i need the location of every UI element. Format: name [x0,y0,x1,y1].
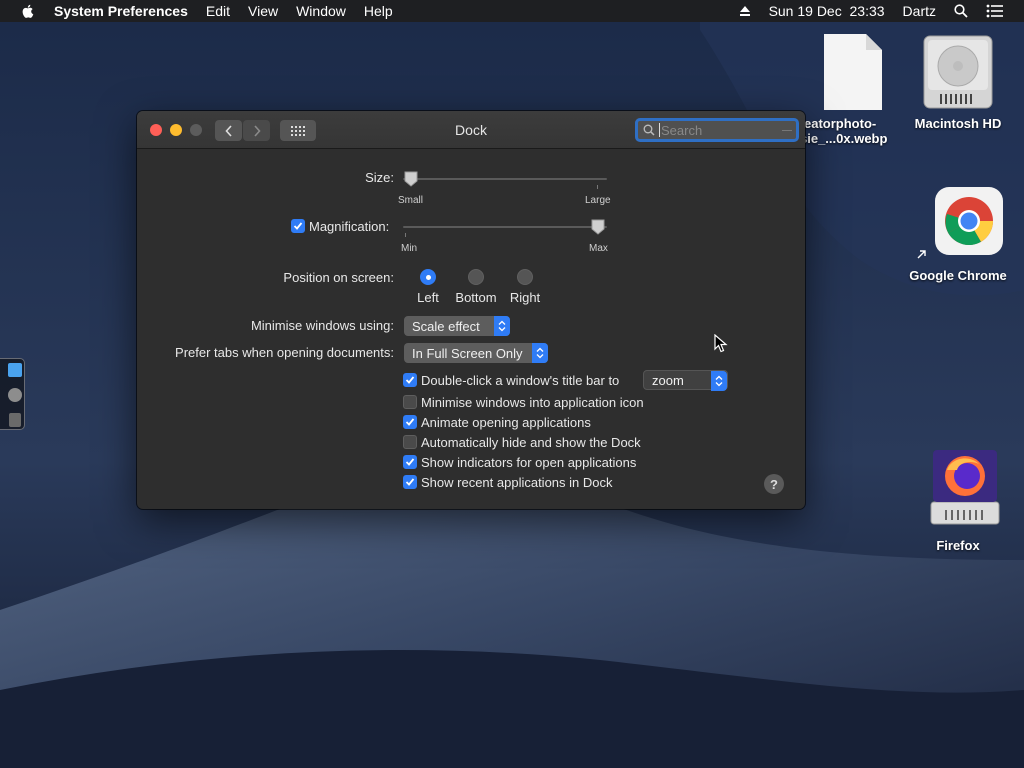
position-right-label: Right [509,290,541,305]
search-clear-mark [782,130,792,131]
double-click-checkbox[interactable] [403,373,417,387]
firefox-disk-image-icon [930,450,1000,525]
double-click-action-popup[interactable]: zoom [643,370,728,391]
eject-icon[interactable] [739,5,751,17]
magnification-slider-tick [405,233,406,237]
magnification-checkbox[interactable] [291,219,305,233]
prefer-tabs-value: In Full Screen Only [412,345,523,361]
macintosh-hd-label: Macintosh HD [914,116,1002,131]
size-slider-track[interactable] [403,178,607,180]
apple-menu-icon[interactable] [20,3,36,19]
position-label: Position on screen: [283,270,394,285]
double-click-action-value: zoom [652,372,684,388]
checkmark-icon [405,478,415,486]
size-label: Size: [365,170,394,185]
desktop-firefox[interactable]: Firefox [908,448,1008,555]
menu-help[interactable]: Help [364,3,393,19]
desktop-macintosh-hd[interactable]: Macintosh HD [908,32,1008,133]
show-indicators-label: Show indicators for open applications [421,455,637,470]
checkmark-icon [405,376,415,384]
menu-view[interactable]: View [248,3,278,19]
search-icon [643,124,655,136]
checkmark-icon [405,418,415,426]
minimise-effect-popup[interactable]: Scale effect [404,316,510,336]
dock-item-finder[interactable] [8,363,22,377]
auto-hide-label: Automatically hide and show the Dock [421,435,641,450]
minimise-into-icon-label: Minimise windows into application icon [421,395,644,410]
dock-preferences-content: Size: Small Large Magnification: Min Max… [137,150,805,509]
notification-center-icon[interactable] [986,4,1004,18]
menu-bar: System Preferences Edit View Window Help… [0,0,1024,22]
double-click-label: Double-click a window's title bar to [421,373,620,388]
show-recent-apps-label: Show recent applications in Dock [421,475,613,490]
updown-arrows-icon [498,320,506,332]
auto-hide-checkbox[interactable] [403,435,417,449]
spotlight-search-icon[interactable] [954,4,968,18]
dock-item-system-preferences[interactable] [8,388,22,402]
updown-arrows-icon [536,347,544,359]
magnification-min-label: Min [401,243,418,254]
position-bottom-radio[interactable] [468,269,484,285]
position-left-radio[interactable] [420,269,436,285]
menu-datetime[interactable]: Sun 19 Dec 23:33 [769,3,885,19]
menu-app-name[interactable]: System Preferences [54,3,188,19]
desktop-file[interactable]: eatorphoto- sie_...0x.webp [800,32,900,148]
menu-window[interactable]: Window [296,3,346,19]
desktop-google-chrome[interactable]: Google Chrome [902,186,1014,285]
text-caret [659,123,660,137]
checkmark-icon [293,222,303,230]
menu-edit[interactable]: Edit [206,3,230,19]
window-titlebar[interactable]: Dock Search [137,111,805,149]
prefer-tabs-label: Prefer tabs when opening documents: [175,345,394,360]
size-slider-thumb[interactable] [404,171,418,187]
alias-arrow-icon [917,250,926,259]
size-max-label: Large [585,195,611,206]
magnification-slider-track[interactable] [403,226,607,228]
show-indicators-checkbox[interactable] [403,455,417,469]
dock-left [0,358,25,430]
size-slider-tick [597,185,598,189]
chrome-icon [934,187,1003,255]
mouse-pointer-icon [714,334,728,353]
desktop-file-label-line2: sie_...0x.webp [800,131,888,146]
search-placeholder: Search [661,122,703,138]
show-recent-apps-checkbox[interactable] [403,475,417,489]
minimise-label: Minimise windows using: [250,318,394,333]
checkmark-icon [405,458,415,466]
document-icon [824,34,882,110]
prefer-tabs-popup[interactable]: In Full Screen Only [404,343,548,363]
firefox-label: Firefox [936,538,980,553]
help-button[interactable]: ? [764,474,784,494]
animate-opening-label: Animate opening applications [421,415,591,430]
minimise-effect-value: Scale effect [412,318,480,334]
animate-opening-checkbox[interactable] [403,415,417,429]
magnification-label: Magnification: [309,219,390,234]
minimise-into-icon-checkbox[interactable] [403,395,417,409]
position-right-radio[interactable] [517,269,533,285]
size-min-label: Small [398,195,424,206]
menu-user[interactable]: Dartz [903,3,936,19]
dock-preferences-window: Dock Search Size: Small Large Magnificat… [137,111,805,509]
google-chrome-label: Google Chrome [909,268,1007,283]
magnification-max-label: Max [589,243,608,254]
hard-drive-icon [923,35,993,109]
search-field[interactable]: Search [635,118,799,142]
magnification-slider-thumb[interactable] [591,219,605,235]
updown-arrows-icon [715,375,723,387]
dock-item-trash[interactable] [9,413,21,427]
